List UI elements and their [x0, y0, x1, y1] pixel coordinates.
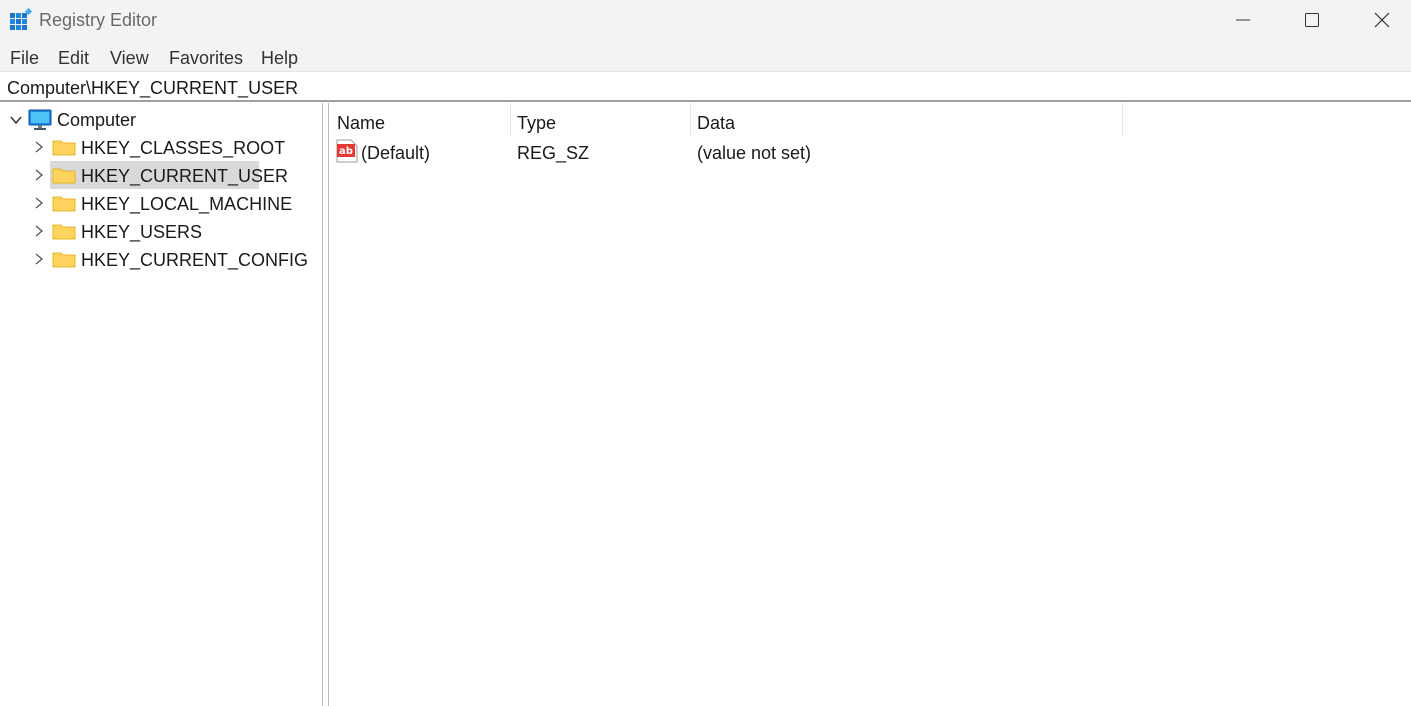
registry-editor-app-icon: [10, 8, 33, 30]
chevron-right-icon[interactable]: [33, 168, 45, 182]
column-title: Name: [337, 113, 386, 133]
close-button[interactable]: [1347, 0, 1411, 40]
column-divider[interactable]: [1122, 103, 1123, 136]
menu-file[interactable]: File: [10, 47, 39, 69]
minimize-button[interactable]: [1208, 0, 1278, 40]
value-type: REG_SZ: [517, 143, 590, 163]
svg-text:ab: ab: [339, 146, 353, 157]
minimize-icon: [1236, 19, 1250, 21]
column-title: Type: [517, 113, 557, 133]
values-list-pane[interactable]: Name Type Data ab (Default) REG_SZ (valu…: [329, 103, 1411, 706]
title-bar: Registry Editor: [0, 0, 1411, 40]
folder-icon: [52, 196, 76, 212]
folder-icon: [52, 224, 76, 240]
maximize-button[interactable]: [1277, 0, 1347, 40]
address-path[interactable]: Computer\HKEY_CURRENT_USER: [7, 77, 298, 99]
window-title: Registry Editor: [39, 10, 158, 30]
pane-splitter[interactable]: [322, 103, 329, 706]
column-title: Data: [697, 113, 736, 133]
menu-bar: File Edit View Favorites Help: [0, 40, 1411, 72]
string-value-icon: ab: [336, 139, 358, 163]
column-header-name[interactable]: Name: [329, 103, 509, 136]
tree-item-label: HKEY_USERS: [81, 222, 203, 242]
folder-icon: [52, 168, 76, 184]
menu-help[interactable]: Help: [261, 47, 298, 69]
chevron-down-icon[interactable]: [9, 113, 23, 127]
close-icon: [1374, 12, 1390, 28]
menu-view[interactable]: View: [110, 47, 149, 69]
computer-icon: [28, 109, 52, 130]
value-data: (value not set): [697, 143, 812, 163]
tree-item-computer[interactable]: Computer: [57, 109, 136, 131]
column-header-type[interactable]: Type: [511, 103, 690, 136]
chevron-right-icon[interactable]: [33, 140, 45, 154]
column-header-data[interactable]: Data: [691, 103, 1122, 136]
folder-icon: [52, 252, 76, 268]
chevron-right-icon[interactable]: [33, 196, 45, 210]
menu-edit[interactable]: Edit: [58, 47, 89, 69]
chevron-right-icon[interactable]: [33, 252, 45, 266]
value-name: (Default): [361, 143, 431, 163]
menu-favorites[interactable]: Favorites: [169, 47, 243, 69]
folder-icon: [52, 140, 76, 156]
tree-item-label: HKEY_CURRENT_CONFIG: [81, 250, 309, 270]
tree-item-label: HKEY_CURRENT_USER: [81, 166, 289, 186]
tree-item-label: HKEY_CLASSES_ROOT: [81, 138, 286, 158]
address-bar[interactable]: Computer\HKEY_CURRENT_USER: [0, 72, 1411, 102]
maximize-icon: [1305, 13, 1319, 27]
chevron-right-icon[interactable]: [33, 224, 45, 238]
tree-item-label: HKEY_LOCAL_MACHINE: [81, 194, 293, 214]
